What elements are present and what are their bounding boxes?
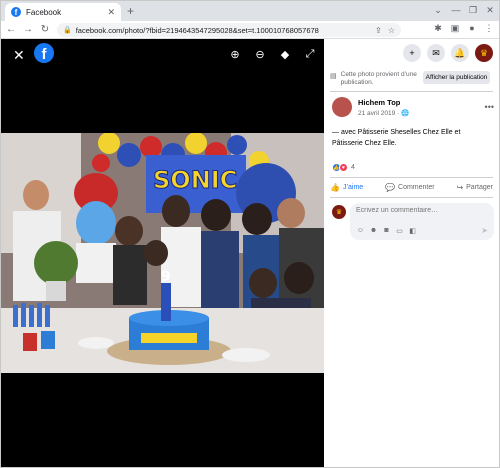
tag-icon[interactable]: ◆ <box>279 48 291 61</box>
reload-icon[interactable]: ↻ <box>38 23 52 37</box>
comment-input[interactable] <box>356 207 486 214</box>
viewer-tools: ⊕ ⊖ ◆ ⤢ <box>229 48 316 61</box>
like-label: J’aime <box>342 184 364 191</box>
create-plus-icon[interactable]: + <box>403 44 421 62</box>
send-icon[interactable]: ➤ <box>481 226 488 235</box>
forward-icon[interactable]: → <box>21 23 35 37</box>
commenter-avatar: ♛ <box>332 205 346 219</box>
gif-icon[interactable]: ▭ <box>395 227 404 235</box>
browser-toolbar: ← → ↻ 🔒 facebook.com/photo/?fbid=2194643… <box>1 21 499 39</box>
comment-composer: ♛ ☺ ☻ ◙ ▭ ◧ ➤ <box>332 203 494 240</box>
share-icon[interactable]: ⇪ <box>375 26 382 35</box>
banner-text: SONIC <box>153 166 237 194</box>
author-avatar[interactable] <box>332 97 352 117</box>
post-panel: + ✉ 🔔 ♛ ▤ Cette photo provient d’une pub… <box>324 39 499 467</box>
side-panel-icon[interactable]: ▣ <box>449 23 461 34</box>
minimize-icon[interactable]: — <box>449 3 463 17</box>
share-label: Partager <box>466 184 493 191</box>
emoji-icon[interactable]: ☻ <box>369 227 378 235</box>
notifications-bell-icon[interactable]: 🔔 <box>451 44 469 62</box>
cake-number: 9 <box>161 269 171 285</box>
author-name[interactable]: Hichem Top <box>358 98 409 107</box>
panel-header: + ✉ 🔔 ♛ <box>324 39 499 67</box>
lock-icon[interactable]: 🔒 <box>63 26 72 34</box>
like-button[interactable]: 👍 J’aime <box>330 183 363 192</box>
divider <box>330 197 493 198</box>
source-notice-row: ▤ Cette photo provient d’une publication… <box>330 71 495 87</box>
facebook-logo-icon[interactable]: f <box>34 43 54 63</box>
tab-facebook[interactable]: f Facebook ✕ <box>5 3 121 21</box>
sticker-icon[interactable]: ◧ <box>408 227 417 235</box>
photo-image[interactable]: SONIC 9 <box>1 133 324 373</box>
comment-label: Commenter <box>398 184 435 191</box>
extensions-icon[interactable]: ✱ <box>432 23 444 34</box>
post-actions: 👍 J’aime 💬 Commenter ↪ Partager <box>330 183 493 192</box>
new-tab-icon[interactable]: + <box>127 4 134 18</box>
reactions-summary[interactable]: 👍 ♥ 4 <box>332 163 355 172</box>
author-meta: Hichem Top 21 avril 2019 · 🌐 <box>358 98 409 117</box>
fullscreen-icon[interactable]: ⤢ <box>304 48 316 61</box>
account-avatar[interactable]: ♛ <box>475 44 493 62</box>
post-icon: ▤ <box>330 73 337 80</box>
messenger-icon[interactable]: ✉ <box>427 44 445 62</box>
bookmark-star-icon[interactable]: ☆ <box>388 26 395 35</box>
zoom-in-icon[interactable]: ⊕ <box>229 48 241 61</box>
profile-icon[interactable]: ● <box>466 23 478 34</box>
photo-viewer: ✕ f ⊕ ⊖ ◆ ⤢ SONIC 9 <box>1 39 324 467</box>
camera-icon[interactable]: ◙ <box>382 227 391 235</box>
view-post-button[interactable]: Afficher la publication <box>422 71 491 84</box>
post-text: — avec Pâtisserie Sheselles Chez Elle et… <box>332 129 461 147</box>
chrome-menu-icon[interactable]: ⋮ <box>483 23 495 34</box>
divider <box>330 177 493 178</box>
url-text[interactable]: facebook.com/photo/?fbid=219464354729502… <box>76 26 369 35</box>
facebook-favicon-icon: f <box>11 7 21 17</box>
share-arrow-icon: ↪ <box>456 183 464 192</box>
thumbs-up-icon: 👍 <box>330 183 340 192</box>
browser-window: f Facebook ✕ + ⌄ — ❐ ✕ ← → ↻ 🔒 facebook.… <box>0 0 500 468</box>
close-window-icon[interactable]: ✕ <box>483 3 497 17</box>
comment-bubble-icon: 💬 <box>385 183 396 192</box>
tab-title: Facebook <box>26 7 62 17</box>
comment-button[interactable]: 💬 Commenter <box>385 183 435 192</box>
source-notice-text: Cette photo provient d’une publication. <box>340 71 417 86</box>
reaction-count: 4 <box>351 164 355 171</box>
toolbar-actions: ✱ ▣ ● ⋮ <box>432 23 495 34</box>
birthday-party-photo: SONIC 9 <box>1 133 324 373</box>
tab-search-icon[interactable]: ⌄ <box>431 3 445 17</box>
comment-tools: ☺ ☻ ◙ ▭ ◧ <box>356 227 417 235</box>
address-bar[interactable]: 🔒 facebook.com/photo/?fbid=2194643547295… <box>57 23 401 37</box>
more-options-icon[interactable]: ••• <box>485 102 494 112</box>
tab-strip: f Facebook ✕ + ⌄ — ❐ ✕ <box>1 1 499 21</box>
close-tab-icon[interactable]: ✕ <box>107 7 115 18</box>
post-date[interactable]: 21 avril 2019 · <box>358 110 401 117</box>
globe-icon: 🌐 <box>401 109 410 117</box>
love-reaction-icon: ♥ <box>339 163 348 172</box>
author-row: Hichem Top 21 avril 2019 · 🌐 ••• <box>332 97 494 117</box>
close-viewer-icon[interactable]: ✕ <box>13 47 25 64</box>
restore-icon[interactable]: ❐ <box>466 3 480 17</box>
divider <box>330 91 493 92</box>
zoom-out-icon[interactable]: ⊖ <box>254 48 266 61</box>
avatar-sticker-icon[interactable]: ☺ <box>356 227 365 235</box>
post-date-row: 21 avril 2019 · 🌐 <box>358 109 409 117</box>
back-icon[interactable]: ← <box>4 23 18 37</box>
comment-box[interactable]: ☺ ☻ ◙ ▭ ◧ ➤ <box>350 203 494 240</box>
share-button[interactable]: ↪ Partager <box>456 183 493 192</box>
